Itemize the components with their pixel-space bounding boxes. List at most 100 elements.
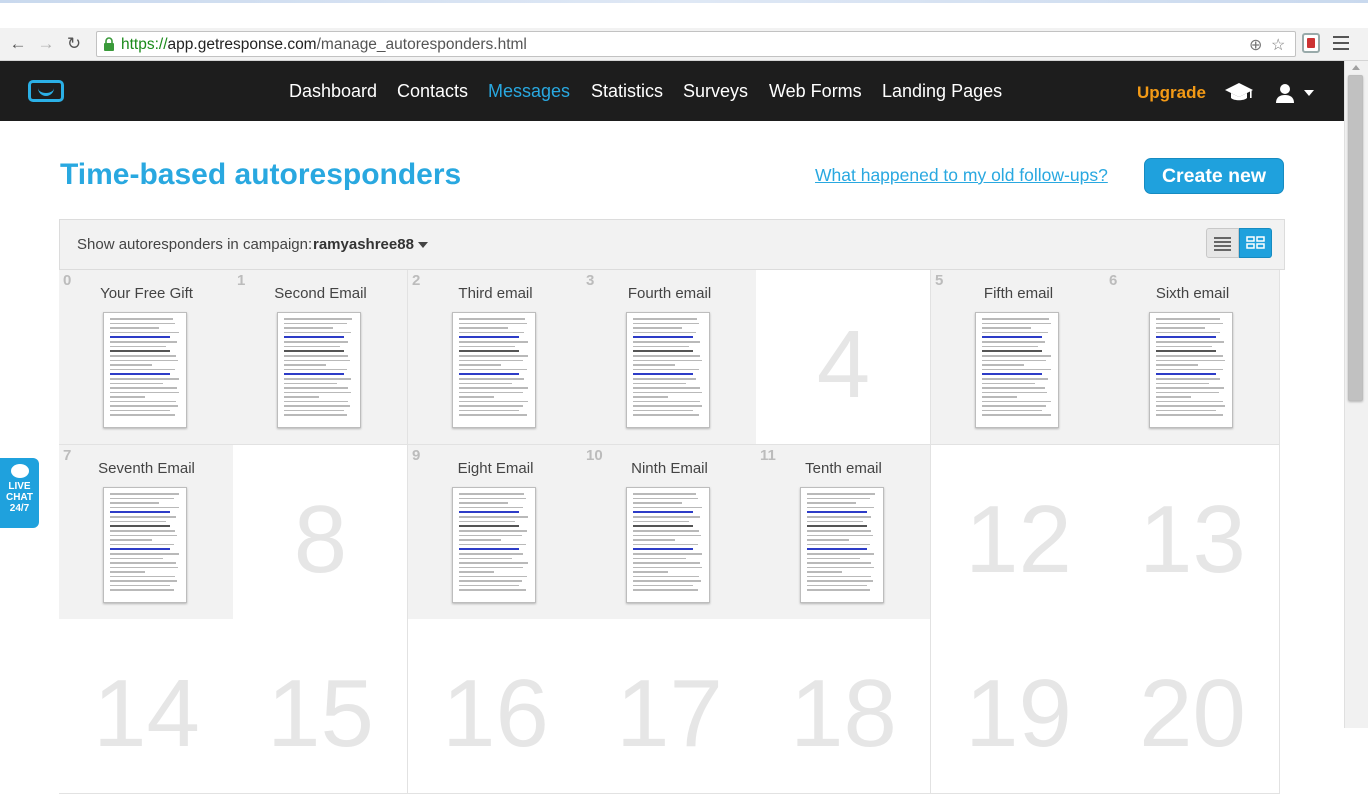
message-preview-thumbnail[interactable] [103,487,187,603]
chat-bubble-icon [10,464,29,478]
grid-view-button[interactable] [1239,228,1272,258]
message-preview-thumbnail[interactable] [1149,312,1233,428]
empty-day-number: 13 [1139,486,1246,593]
graduation-cap-icon[interactable] [1224,81,1254,103]
campaign-filter-bar: Show autoresponders in campaign: ramyash… [59,219,1285,270]
message-preview-thumbnail[interactable] [103,312,187,428]
autoresponder-name[interactable]: Fourth email [582,285,756,302]
empty-day-number: 20 [1139,660,1246,767]
message-preview-thumbnail[interactable] [800,487,884,603]
empty-day-number: 17 [616,660,723,767]
autoresponder-name[interactable]: Seventh Email [59,460,233,477]
day-cell[interactable]: 0 Your Free Gift [59,270,234,445]
getresponse-logo-icon[interactable] [28,80,64,102]
autoresponder-calendar-grid: 0 Your Free Gift 1 Second Email 2 Third email… [59,270,1285,794]
create-new-button[interactable]: Create new [1144,158,1284,194]
campaign-filter-label: Show autoresponders in campaign: [77,236,313,253]
address-bar[interactable]: https://app.getresponse.com/manage_autor… [96,31,1296,57]
nav-landing-pages[interactable]: Landing Pages [882,81,1002,102]
day-cell[interactable]: 14 [59,619,234,794]
day-cell[interactable]: 18 [756,619,931,794]
list-view-icon [1214,237,1231,251]
url-text: https://app.getresponse.com/manage_autor… [121,36,527,54]
day-cell[interactable]: 19 [931,619,1106,794]
upgrade-link[interactable]: Upgrade [1137,83,1206,103]
day-cell[interactable]: 5 Fifth email [931,270,1106,445]
day-cell[interactable]: 12 [931,445,1106,620]
autoresponder-name[interactable]: Ninth Email [582,460,756,477]
livechat-line3: 24/7 [9,503,30,514]
nav-web-forms[interactable]: Web Forms [769,81,862,102]
page-scrollbar[interactable] [1344,61,1368,728]
nav-statistics[interactable]: Statistics [591,81,663,102]
nav-dashboard[interactable]: Dashboard [289,81,377,102]
user-icon[interactable] [1274,82,1296,104]
message-preview-thumbnail[interactable] [975,312,1059,428]
reload-icon[interactable]: ↻ [64,34,84,54]
empty-day-number: 8 [293,486,348,593]
user-menu-caret-icon[interactable] [1304,90,1314,96]
autoresponder-name[interactable]: Tenth email [756,460,930,477]
day-cell[interactable]: 16 [408,619,583,794]
grid-view-icon [1246,236,1265,249]
list-view-button[interactable] [1206,228,1239,258]
autoresponder-name[interactable]: Third email [408,285,582,302]
day-cell[interactable]: 6 Sixth email [1105,270,1280,445]
day-cell[interactable]: 3 Fourth email [582,270,757,445]
empty-day-number: 12 [965,486,1072,593]
url-host: app.getresponse.com [167,36,317,53]
nav-messages[interactable]: Messages [488,81,570,102]
url-scheme: https:// [121,36,168,53]
day-cell[interactable]: 15 [233,619,408,794]
empty-day-number: 4 [816,311,871,418]
app-header: Dashboard Contacts Messages Statistics S… [0,61,1344,121]
autoresponder-name[interactable]: Second Email [233,285,407,302]
browser-menu-icon[interactable] [1333,36,1349,50]
tab-strip-edge [0,0,1368,3]
message-preview-thumbnail[interactable] [626,487,710,603]
day-cell[interactable]: 13 [1105,445,1280,620]
day-cell[interactable]: 1 Second Email [233,270,408,445]
livechat-line1: LIVE [8,481,31,492]
day-cell[interactable]: 10 Ninth Email [582,445,757,620]
empty-day-number: 14 [93,660,200,767]
forward-icon[interactable]: → [36,34,56,54]
day-cell[interactable]: 2 Third email [408,270,583,445]
day-cell[interactable]: 8 [233,445,408,620]
url-path: /manage_autoresponders.html [316,36,527,53]
autoresponder-name[interactable]: Fifth email [931,285,1105,302]
empty-day-number: 15 [267,660,374,767]
empty-day-number: 16 [442,660,549,767]
empty-day-number: 18 [790,660,897,767]
message-preview-thumbnail[interactable] [277,312,361,428]
scrollbar-thumb[interactable] [1348,75,1363,401]
day-cell[interactable]: 4 [756,270,931,445]
browser-tab-strip [0,0,1368,28]
scroll-up-icon[interactable] [1352,65,1360,70]
empty-day-number: 19 [965,660,1072,767]
page-title: Time-based autoresponders [60,158,462,191]
live-chat-button[interactable]: LIVE CHAT 24/7 [0,458,39,528]
message-preview-thumbnail[interactable] [452,487,536,603]
livechat-line2: CHAT [5,492,34,503]
day-cell[interactable]: 17 [582,619,757,794]
day-cell[interactable]: 11 Tenth email [756,445,931,620]
day-cell[interactable]: 7 Seventh Email [59,445,234,620]
message-preview-thumbnail[interactable] [452,312,536,428]
zoom-icon[interactable]: ⊕ [1249,35,1262,55]
bookmark-star-icon[interactable]: ☆ [1271,35,1285,55]
campaign-dropdown-caret-icon[interactable] [418,242,428,248]
nav-surveys[interactable]: Surveys [683,81,748,102]
old-followups-link[interactable]: What happened to my old follow-ups? [815,165,1108,186]
campaign-selector[interactable]: ramyashree88 [313,236,414,253]
nav-contacts[interactable]: Contacts [397,81,468,102]
autoresponder-name[interactable]: Sixth email [1105,285,1279,302]
day-cell[interactable]: 9 Eight Email [408,445,583,620]
extension-icon[interactable] [1302,33,1320,53]
day-cell[interactable]: 20 [1105,619,1280,794]
back-icon[interactable]: ← [8,34,28,54]
autoresponder-name[interactable]: Your Free Gift [59,285,233,302]
message-preview-thumbnail[interactable] [626,312,710,428]
browser-toolbar: ← → ↻ https://app.getresponse.com/manage… [0,28,1368,61]
autoresponder-name[interactable]: Eight Email [408,460,582,477]
